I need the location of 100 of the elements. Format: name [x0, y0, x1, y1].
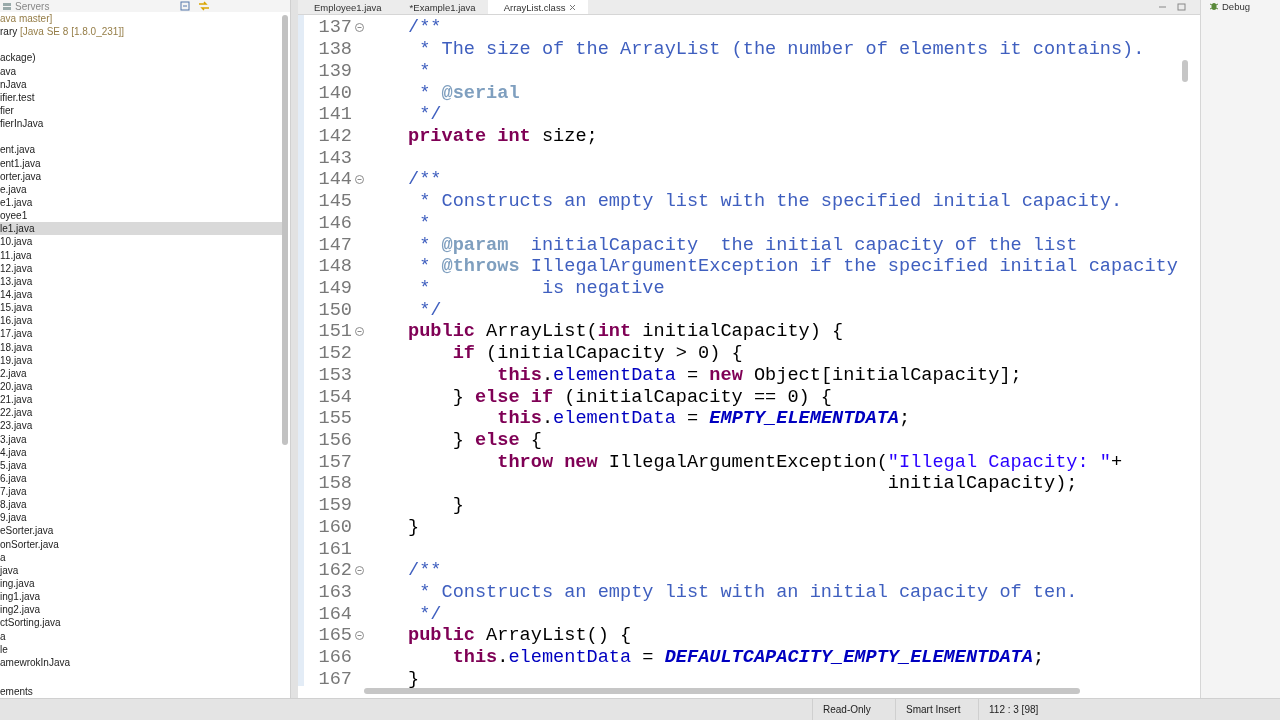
- line-number: 155: [317, 408, 352, 430]
- code-line: *: [418, 60, 431, 82]
- line-number: 144: [317, 169, 352, 191]
- maximize-icon[interactable]: [1177, 3, 1186, 11]
- tree-item[interactable]: rary [Java SE 8 [1.8.0_231]]: [0, 25, 282, 39]
- status-text: Read-Only: [812, 699, 895, 720]
- line-number: 154: [317, 386, 352, 408]
- code-line: if (initialCapacity > 0) {: [451, 343, 743, 365]
- tree-item[interactable]: 3.java: [0, 432, 282, 446]
- tree-item[interactable]: eSorter.java: [0, 524, 282, 538]
- code-line: * Constructs an empty list with the specified initial capacity.: [418, 191, 1123, 213]
- tree-item[interactable]: ctSorting.java: [0, 616, 282, 630]
- status-text: Smart Insert: [895, 699, 978, 720]
- scrollbar[interactable]: [1182, 60, 1188, 82]
- tree-item[interactable]: 20.java: [0, 379, 282, 394]
- code-line: throw new IllegalArgumentException("Illegal Capacity: "+: [496, 451, 1123, 473]
- tree-item[interactable]: 6.java: [0, 471, 282, 486]
- line-number: 153: [317, 364, 352, 386]
- line-number: 159: [317, 495, 352, 517]
- code-line: initialCapacity);: [886, 473, 1078, 495]
- tree-item[interactable]: 9.java: [0, 511, 282, 525]
- tree-item[interactable]: ent.java: [0, 143, 282, 157]
- tree-item[interactable]: e1.java: [0, 195, 282, 210]
- tree-item[interactable]: java: [0, 563, 282, 578]
- code-line: */: [418, 299, 442, 321]
- fold-icon[interactable]: [355, 566, 364, 576]
- tree-item[interactable]: orter.java: [0, 169, 282, 183]
- tree-item[interactable]: 14.java: [0, 287, 282, 302]
- tree-item[interactable]: 4.java: [0, 445, 282, 459]
- line-number: 166: [317, 647, 352, 669]
- tree-item[interactable]: a: [0, 550, 282, 564]
- tree-item[interactable]: 7.java: [0, 485, 282, 499]
- line-number: 160: [317, 516, 352, 538]
- tree-item[interactable]: nJava: [0, 77, 282, 91]
- line-number: 141: [317, 104, 352, 126]
- scrollbar[interactable]: [282, 15, 288, 445]
- tree-item[interactable]: ent1.java: [0, 156, 282, 170]
- code-line: this.elementData = new Object[initialCapacity];: [496, 364, 1022, 386]
- line-number: 139: [317, 60, 352, 82]
- tree-item[interactable]: ing2.java: [0, 603, 282, 617]
- tree-item[interactable]: 21.java: [0, 393, 282, 407]
- tree-item[interactable]: 18.java: [0, 340, 282, 354]
- link-arrows-icon[interactable]: [198, 1, 210, 11]
- tree-item[interactable]: ifier.test: [0, 90, 282, 104]
- code-line: public ArrayList(int initialCapacity) {: [407, 321, 844, 343]
- code-line: }: [407, 516, 420, 538]
- editor-tab[interactable]: ArrayList.class: [487, 0, 589, 14]
- tree-item[interactable]: oyee1: [0, 209, 282, 223]
- tree-item[interactable]: ing1.java: [0, 590, 282, 604]
- tree-item[interactable]: 19.java: [0, 353, 282, 367]
- fold-icon[interactable]: [355, 327, 364, 337]
- editor-tab[interactable]: Employee1.java: [298, 0, 394, 14]
- tree-item[interactable]: fier: [0, 104, 282, 118]
- tree-item[interactable]: onSorter.java: [0, 537, 282, 551]
- tree-item[interactable]: ava master]: [0, 12, 282, 26]
- tree-item[interactable]: 5.java: [0, 458, 282, 472]
- minimize-icon[interactable]: [1158, 3, 1167, 11]
- line-number: 147: [317, 234, 352, 256]
- line-number: 150: [317, 299, 352, 321]
- code-line: }: [451, 495, 464, 517]
- tree-item[interactable]: a: [0, 629, 282, 643]
- code-line: }: [407, 668, 420, 690]
- line-number: 140: [317, 82, 352, 104]
- tree-item[interactable]: le: [0, 642, 282, 656]
- fold-icon[interactable]: [355, 631, 364, 641]
- collapse-all-icon[interactable]: [180, 1, 190, 11]
- line-number: 145: [317, 191, 352, 213]
- code-line: /**: [407, 560, 442, 582]
- tree-item[interactable]: 23.java: [0, 419, 282, 433]
- perspective-button[interactable]: Debug: [1201, 0, 1250, 12]
- tree-item[interactable]: e.java: [0, 182, 282, 196]
- fold-icon[interactable]: [355, 175, 364, 185]
- code-line: * @serial: [418, 82, 520, 104]
- editor-tab[interactable]: *Example1.java: [393, 0, 488, 14]
- tree-item[interactable]: 13.java: [0, 274, 282, 288]
- tree-item[interactable]: 11.java: [0, 248, 282, 262]
- code-line: *: [418, 212, 431, 234]
- line-number: 148: [317, 256, 352, 278]
- fold-icon[interactable]: [355, 23, 364, 33]
- tree-item[interactable]: ements: [0, 684, 282, 698]
- tree-item[interactable]: 12.java: [0, 261, 282, 275]
- line-number: 143: [317, 147, 352, 169]
- tree-item[interactable]: ackage): [0, 51, 282, 65]
- tree-item[interactable]: 16.java: [0, 314, 282, 328]
- tree-item[interactable]: 2.java: [0, 366, 282, 380]
- code-line: */: [418, 104, 442, 126]
- tree-item[interactable]: amewrokInJava: [0, 655, 282, 670]
- tree-item[interactable]: fierInJava: [0, 117, 282, 131]
- tree-item[interactable]: 15.java: [0, 301, 282, 315]
- tree-item[interactable]: 10.java: [0, 235, 282, 249]
- tree-item[interactable]: ava: [0, 64, 282, 78]
- close-icon[interactable]: [569, 3, 577, 11]
- tree-item[interactable]: ing.java: [0, 577, 282, 591]
- tree-item[interactable]: 8.java: [0, 498, 282, 512]
- tree-item[interactable]: le1.java: [0, 222, 282, 236]
- scrollbar[interactable]: [364, 688, 1080, 694]
- tree-item[interactable]: 17.java: [0, 327, 282, 341]
- code-line: * The size of the ArrayList (the number of elements it contains).: [418, 39, 1145, 61]
- code-line: * @param initialCapacity the initial capacity of the list: [418, 234, 1078, 256]
- tree-item[interactable]: 22.java: [0, 406, 282, 420]
